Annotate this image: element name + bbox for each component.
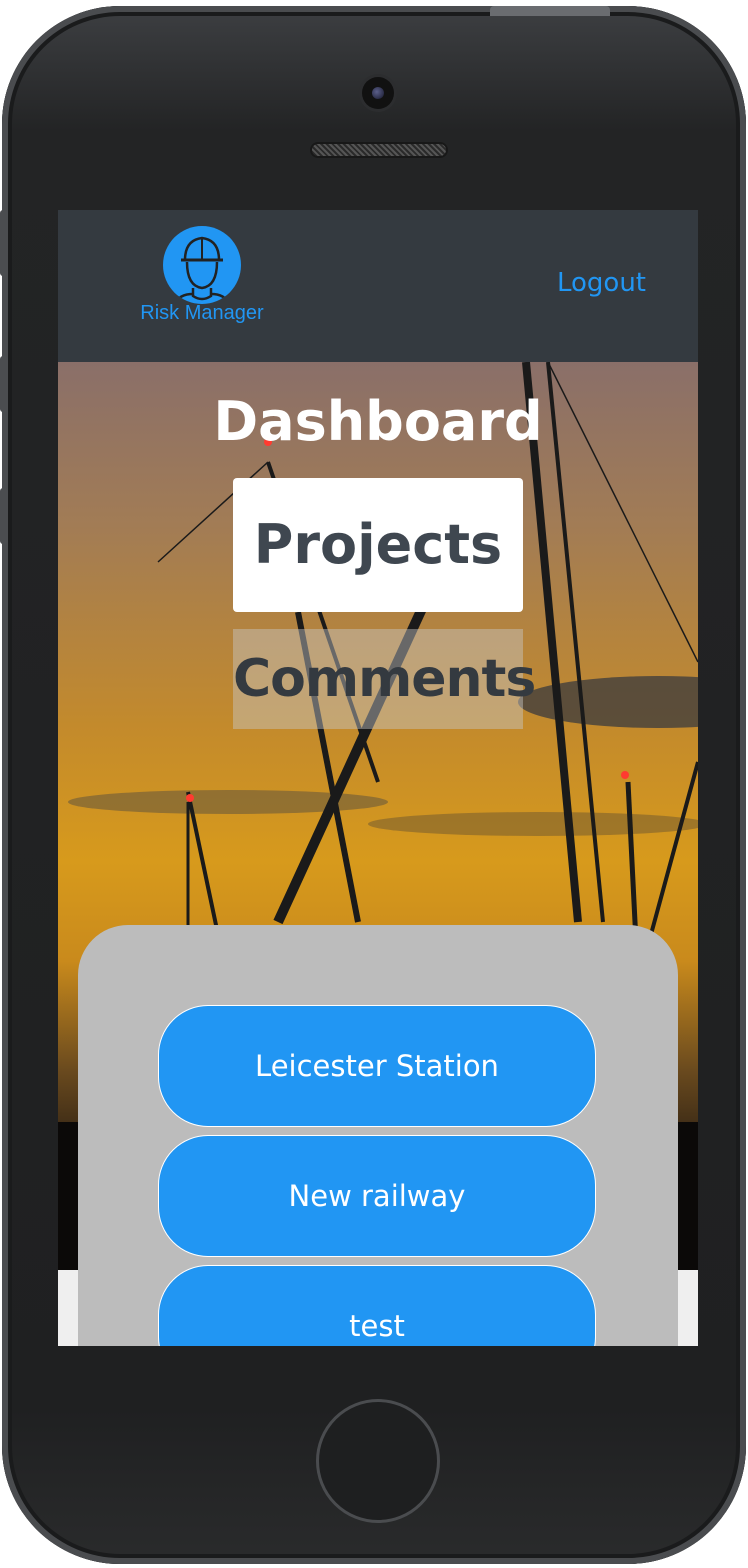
navbar: Risk Manager Logout (58, 210, 698, 362)
logo[interactable]: Risk Manager (130, 224, 280, 334)
mute-switch (0, 210, 8, 276)
worker-helmet-icon (163, 226, 241, 304)
earpiece-speaker (312, 144, 446, 156)
app-screen: Risk Manager Logout Dashboard Projects C… (58, 210, 698, 1346)
volume-down-button (0, 488, 8, 544)
tab-projects[interactable]: Projects (233, 478, 523, 612)
logout-link[interactable]: Logout (557, 268, 646, 298)
tab-comments[interactable]: Comments (233, 629, 536, 729)
logo-text: Risk Manager (140, 302, 264, 324)
projects-panel: Leicester Station New railway test (78, 925, 678, 1346)
home-button[interactable] (316, 1399, 440, 1523)
project-button[interactable]: Leicester Station (158, 1005, 596, 1127)
project-button[interactable]: test (158, 1265, 596, 1346)
project-button[interactable]: New railway (158, 1135, 596, 1257)
power-button (490, 6, 610, 16)
volume-up-button (0, 356, 8, 412)
front-camera (362, 77, 394, 109)
page-title: Dashboard (213, 390, 543, 453)
